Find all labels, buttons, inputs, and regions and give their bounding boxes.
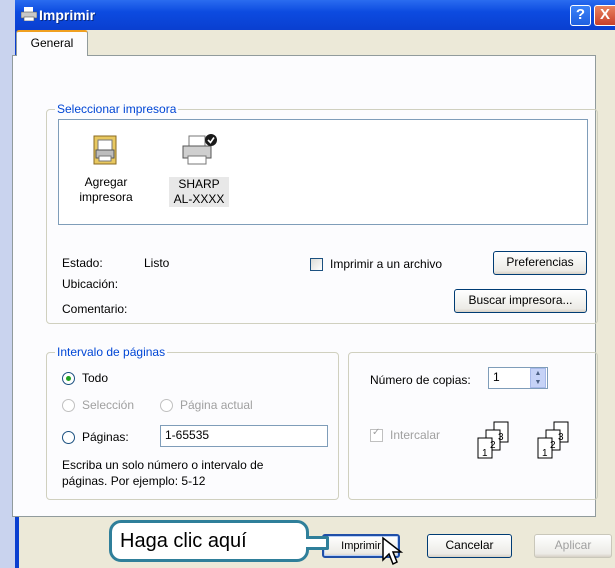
collate-label[interactable]: Intercalar: [390, 428, 440, 442]
radio-all-label[interactable]: Todo: [82, 371, 108, 385]
mouse-cursor-icon: [382, 536, 404, 566]
status-label: Estado:: [62, 256, 103, 270]
page-range-hint-line2: páginas. Por ejemplo: 5-12: [62, 474, 206, 488]
comment-label: Comentario:: [62, 302, 128, 316]
radio-current-page[interactable]: [160, 399, 173, 412]
location-label: Ubicación:: [62, 277, 119, 291]
printer-item-sharp[interactable]: SHARP AL-XXXX: [169, 132, 229, 207]
copies-label: Número de copias:: [370, 373, 471, 387]
radio-pages-label[interactable]: Páginas:: [82, 430, 129, 444]
copies-spinner[interactable]: ▲ ▼: [530, 368, 546, 388]
radio-selection-label[interactable]: Selección: [82, 398, 134, 412]
radio-pages[interactable]: [62, 431, 75, 444]
preferences-button[interactable]: Preferencias: [493, 251, 587, 275]
printer-item-sharp-line2: AL-XXXX: [173, 192, 225, 206]
printer-icon: [21, 7, 37, 21]
title-bar[interactable]: Imprimir ? X: [15, 0, 615, 30]
print-to-file-label[interactable]: Imprimir a un archivo: [330, 257, 442, 271]
checkmark-icon: ✓: [372, 427, 381, 438]
callout-arrow-icon: [306, 536, 329, 550]
printer-item-add[interactable]: Agregar impresora: [71, 134, 141, 205]
collate-page-1: 1: [482, 448, 488, 459]
radio-all[interactable]: [62, 372, 75, 385]
collate-page-3: 3: [498, 432, 504, 443]
collate-page-3b: 3: [558, 432, 564, 443]
cancel-button[interactable]: Cancelar: [427, 534, 512, 558]
tab-general[interactable]: General: [16, 30, 88, 56]
close-button[interactable]: X: [594, 5, 615, 26]
printer-icon: [182, 134, 217, 165]
collate-page-2: 2: [490, 440, 496, 451]
radio-current-page-label[interactable]: Página actual: [180, 398, 253, 412]
printer-item-add-line2: impresora: [79, 190, 133, 204]
select-printer-legend: Seleccionar impresora: [55, 102, 179, 116]
window-title: Imprimir: [39, 7, 96, 23]
collate-page-1b: 1: [542, 448, 548, 459]
printer-list[interactable]: Agregar impresora SHARP AL-XXXX: [58, 119, 588, 225]
print-to-file-checkbox[interactable]: [310, 258, 323, 271]
printer-item-sharp-line1: SHARP: [178, 177, 220, 191]
status-value: Listo: [144, 256, 170, 270]
pages-input[interactable]: 1-65535: [160, 425, 328, 447]
click-here-callout: Haga clic aquí: [109, 520, 309, 562]
printer-item-add-line1: Agregar: [84, 175, 128, 189]
add-printer-icon: [93, 135, 117, 165]
radio-selection[interactable]: [62, 399, 75, 412]
collate-page-2b: 2: [550, 440, 556, 451]
printer-item-sharp-selection: SHARP AL-XXXX: [169, 177, 229, 207]
find-printer-button[interactable]: Buscar impresora...: [454, 289, 587, 313]
apply-button[interactable]: Aplicar: [534, 534, 612, 558]
radio-all-dot: [66, 376, 71, 381]
page-range-hint-line1: Escriba un solo número o intervalo de: [62, 458, 264, 472]
help-button[interactable]: ?: [570, 5, 591, 26]
page-range-legend: Intervalo de páginas: [55, 345, 168, 359]
collate-pages-icon: [477, 421, 569, 459]
